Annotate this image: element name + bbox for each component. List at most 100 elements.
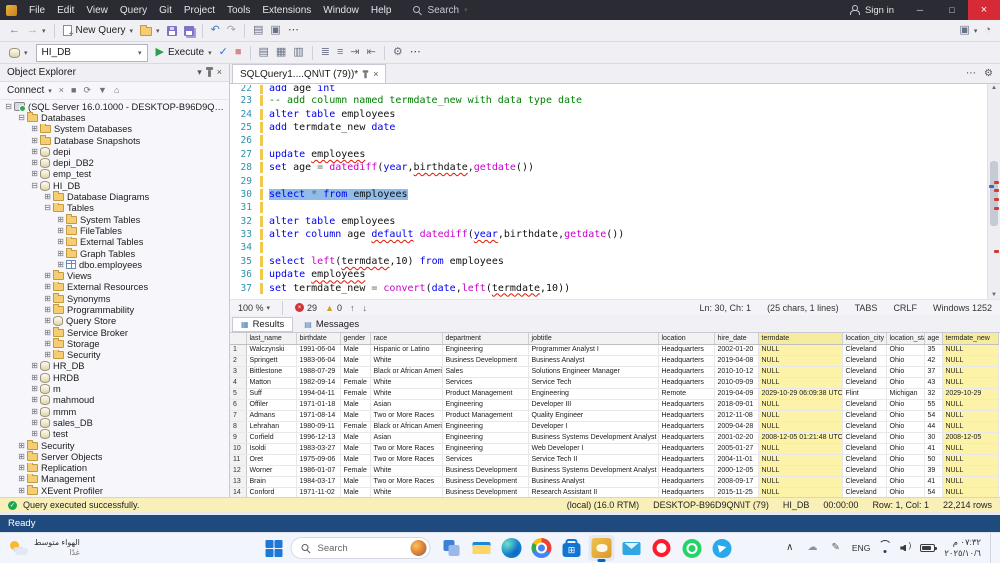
cell-location_state[interactable]: Ohio: [886, 355, 924, 366]
more-tabs-icon[interactable]: ⋯: [963, 65, 979, 83]
cell-location[interactable]: Headquarters: [658, 465, 714, 476]
results-to-file-icon[interactable]: ▥: [290, 44, 306, 62]
stop-icon[interactable]: ■: [68, 83, 79, 98]
cell-location_city[interactable]: Cleveland: [842, 443, 886, 454]
tree-item-mahmoud[interactable]: ⊞mahmoud: [0, 395, 229, 406]
execute-button[interactable]: ▶Execute▾: [153, 44, 215, 62]
cell-department[interactable]: Engineering: [442, 344, 528, 355]
cell-location[interactable]: Headquarters: [658, 432, 714, 443]
tray-chevron-icon[interactable]: ∧: [783, 539, 796, 557]
outdent-icon[interactable]: ⇤: [364, 44, 379, 62]
tree-item-depi[interactable]: ⊞depi: [0, 146, 229, 157]
cell-termdate_new[interactable]: NULL: [942, 355, 998, 366]
cancel-query-icon[interactable]: ■: [232, 44, 245, 62]
code-line[interactable]: 27update employees: [230, 148, 987, 161]
expand-icon[interactable]: ⊞: [17, 487, 26, 495]
cell-jobtitle[interactable]: Solutions Engineer Manager: [528, 366, 658, 377]
cell-department[interactable]: Product Management: [442, 388, 528, 399]
cell-age[interactable]: 41: [924, 476, 942, 487]
open-file-icon[interactable]: ▾: [137, 22, 163, 40]
row-number-cell[interactable]: 10: [230, 443, 246, 454]
cell-last_name[interactable]: Walczynski: [246, 344, 296, 355]
tree-item-mmm[interactable]: ⊞mmm: [0, 406, 229, 417]
taskbar-whatsapp-button[interactable]: [679, 535, 705, 561]
cell-age[interactable]: 44: [924, 421, 942, 432]
cell-termdate[interactable]: NULL: [758, 443, 842, 454]
taskbar-chrome-button[interactable]: [529, 535, 555, 561]
code-line[interactable]: 36update employees: [230, 268, 987, 281]
cell-age[interactable]: 32: [924, 388, 942, 399]
refresh-icon[interactable]: ⟳: [80, 83, 94, 98]
new-query-button[interactable]: New Query▾: [60, 22, 137, 40]
cell-location_city[interactable]: Cleveland: [842, 355, 886, 366]
cell-location_city[interactable]: Cleveland: [842, 465, 886, 476]
cell-age[interactable]: 55: [924, 399, 942, 410]
cell-birthdate[interactable]: 1982-09-14: [296, 377, 340, 388]
close-button[interactable]: ×: [968, 0, 1000, 20]
cell-department[interactable]: Business Development: [442, 487, 528, 497]
activity-monitor-icon[interactable]: ▤: [250, 22, 266, 40]
notifications-bell-icon[interactable]: ◔: [981, 22, 994, 40]
cell-race[interactable]: Black or African American: [370, 366, 442, 377]
tree-item-replication[interactable]: ⊞Replication: [0, 463, 229, 474]
expand-icon[interactable]: ⊞: [30, 125, 39, 133]
code-line[interactable]: 32alter table employees: [230, 215, 987, 228]
query-options-icon[interactable]: ⚙: [390, 44, 406, 62]
taskbar-store-button[interactable]: [559, 535, 585, 561]
cell-gender[interactable]: Male: [340, 432, 370, 443]
row-number-cell[interactable]: 13: [230, 476, 246, 487]
tree-item-test[interactable]: ⊞test: [0, 429, 229, 440]
results-to-text-icon[interactable]: ▤: [256, 44, 272, 62]
tree-item-filetables[interactable]: ⊞FileTables: [0, 225, 229, 236]
cell-race[interactable]: Two or More Races: [370, 443, 442, 454]
column-header-termdate[interactable]: termdate: [758, 333, 842, 344]
cell-gender[interactable]: Male: [340, 410, 370, 421]
tree-item-emp-test[interactable]: ⊞emp_test: [0, 169, 229, 180]
cell-last_name[interactable]: Matton: [246, 377, 296, 388]
language-indicator[interactable]: ENG: [852, 543, 870, 553]
expand-icon[interactable]: ⊞: [56, 227, 65, 235]
row-number-cell[interactable]: 9: [230, 432, 246, 443]
error-indicator[interactable]: × 29: [295, 303, 317, 313]
cell-department[interactable]: Services: [442, 454, 528, 465]
tree-item-external-tables[interactable]: ⊞External Tables: [0, 237, 229, 248]
weather-widget[interactable]: الهواء متوسط غدًا: [0, 533, 90, 563]
cell-department[interactable]: Services: [442, 377, 528, 388]
tree-item-security[interactable]: ⊞Security: [0, 440, 229, 451]
collapse-icon[interactable]: ⊟: [17, 114, 26, 122]
cell-termdate_new[interactable]: 2008-12-05: [942, 432, 998, 443]
results-to-grid-icon[interactable]: ▦: [273, 44, 289, 62]
cell-termdate_new[interactable]: NULL: [942, 421, 998, 432]
code-line[interactable]: 30select * from employees: [230, 188, 987, 201]
start-button[interactable]: [266, 540, 283, 557]
cell-last_name[interactable]: Worner: [246, 465, 296, 476]
row-number-cell[interactable]: 12: [230, 465, 246, 476]
cell-department[interactable]: Business Development: [442, 355, 528, 366]
cell-gender[interactable]: Male: [340, 366, 370, 377]
row-number-cell[interactable]: 7: [230, 410, 246, 421]
cell-race[interactable]: White: [370, 388, 442, 399]
column-header-age[interactable]: age: [924, 333, 942, 344]
code-line[interactable]: 31: [230, 201, 987, 214]
cell-hire_date[interactable]: 2015-11-25: [714, 487, 758, 497]
cell-age[interactable]: 35: [924, 344, 942, 355]
cell-birthdate[interactable]: 1988-07-29: [296, 366, 340, 377]
cell-race[interactable]: Two or More Races: [370, 410, 442, 421]
column-header-hire_date[interactable]: hire_date: [714, 333, 758, 344]
forward-icon[interactable]: →▾: [24, 22, 49, 40]
cell-termdate[interactable]: NULL: [758, 366, 842, 377]
column-header-termdate_new[interactable]: termdate_new: [942, 333, 998, 344]
cell-location[interactable]: Remote: [658, 388, 714, 399]
cell-termdate[interactable]: NULL: [758, 487, 842, 497]
expand-icon[interactable]: ⊞: [30, 159, 39, 167]
cell-birthdate[interactable]: 1994-04-11: [296, 388, 340, 399]
disconnect-icon[interactable]: ×: [56, 83, 67, 98]
expand-icon[interactable]: ⊞: [30, 170, 39, 178]
code-line[interactable]: 25add termdate_new date: [230, 121, 987, 134]
onedrive-icon[interactable]: ☁: [805, 539, 821, 557]
column-header-gender[interactable]: gender: [340, 333, 370, 344]
cell-termdate[interactable]: NULL: [758, 476, 842, 487]
titlebar-search[interactable]: Search ▾: [413, 5, 467, 16]
column-header-last_name[interactable]: last_name: [246, 333, 296, 344]
tree-item-m[interactable]: ⊞m: [0, 383, 229, 394]
